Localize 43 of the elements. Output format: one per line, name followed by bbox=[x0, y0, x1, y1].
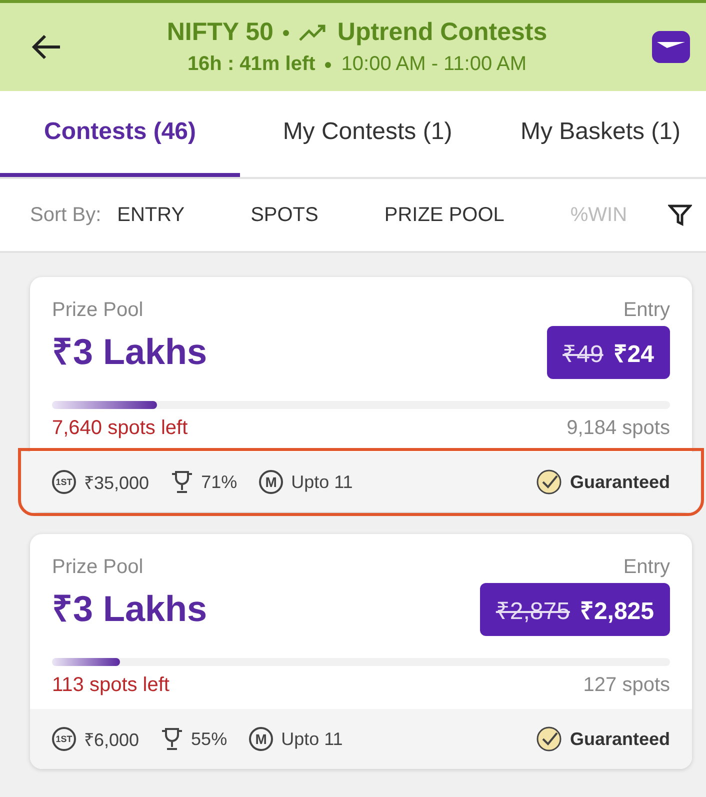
spots-left: 7,640 spots left bbox=[52, 417, 188, 440]
prize-pool-amount: ₹3 Lakhs bbox=[52, 330, 208, 374]
back-button[interactable] bbox=[30, 33, 62, 61]
total-spots: 9,184 spots bbox=[566, 417, 670, 440]
trophy-icon bbox=[161, 727, 184, 751]
time-left: 16h : 41m left bbox=[187, 53, 316, 76]
total-spots: 127 spots bbox=[583, 674, 670, 697]
multi-entry-badge: M bbox=[249, 727, 274, 751]
win-percent: 71% bbox=[201, 472, 238, 492]
sort-option[interactable]: PRIZE POOL bbox=[384, 204, 504, 226]
max-entries: Upto 11 bbox=[291, 472, 353, 492]
tab[interactable]: My Contests (1) bbox=[240, 91, 495, 177]
entry-label: Entry bbox=[623, 299, 670, 322]
trend-up-icon bbox=[299, 24, 328, 42]
check-icon bbox=[536, 726, 562, 752]
entry-fee-button[interactable]: ₹49 ₹24 bbox=[546, 326, 670, 379]
entry-label: Entry bbox=[623, 556, 670, 579]
first-prize-badge: 1ST bbox=[52, 727, 76, 751]
prize-pool-label: Prize Pool bbox=[52, 556, 144, 579]
trophy-icon bbox=[171, 470, 194, 494]
guaranteed-label: Guaranteed bbox=[570, 728, 670, 750]
wallet-icon[interactable] bbox=[652, 31, 690, 63]
prize-pool-amount: ₹3 Lakhs bbox=[52, 587, 208, 631]
check-icon bbox=[536, 469, 562, 495]
first-prize-badge: 1ST bbox=[52, 470, 76, 494]
max-entries: Upto 11 bbox=[281, 728, 343, 750]
sort-option[interactable]: SPOTS bbox=[250, 204, 318, 226]
contest-type-title: Uptrend Contests bbox=[337, 18, 548, 47]
sort-option[interactable]: ENTRY bbox=[117, 204, 185, 226]
spots-left: 113 spots left bbox=[52, 674, 170, 697]
sort-label: Sort By: bbox=[30, 204, 102, 226]
index-title: NIFTY 50 bbox=[166, 18, 274, 47]
first-prize: ₹35,000 bbox=[84, 472, 150, 494]
entry-fee-button[interactable]: ₹2,875 ₹2,825 bbox=[480, 583, 670, 636]
time-window: 10:00 AM - 11:00 AM bbox=[341, 53, 527, 76]
prize-pool-label: Prize Pool bbox=[52, 299, 144, 322]
multi-entry-badge: M bbox=[259, 470, 284, 494]
win-percent: 55% bbox=[191, 728, 228, 750]
guaranteed-label: Guaranteed bbox=[570, 472, 670, 492]
filter-icon[interactable] bbox=[668, 203, 692, 227]
contest-card[interactable]: Prize Pool Entry ₹3 Lakhs ₹2,875 ₹2,825 113 spots left 127 spots 1ST ₹6,000 55% M Upto 11 Guaranteed bbox=[30, 534, 692, 769]
tab[interactable]: My Baskets (1) bbox=[495, 91, 706, 177]
first-prize: ₹6,000 bbox=[84, 729, 140, 751]
